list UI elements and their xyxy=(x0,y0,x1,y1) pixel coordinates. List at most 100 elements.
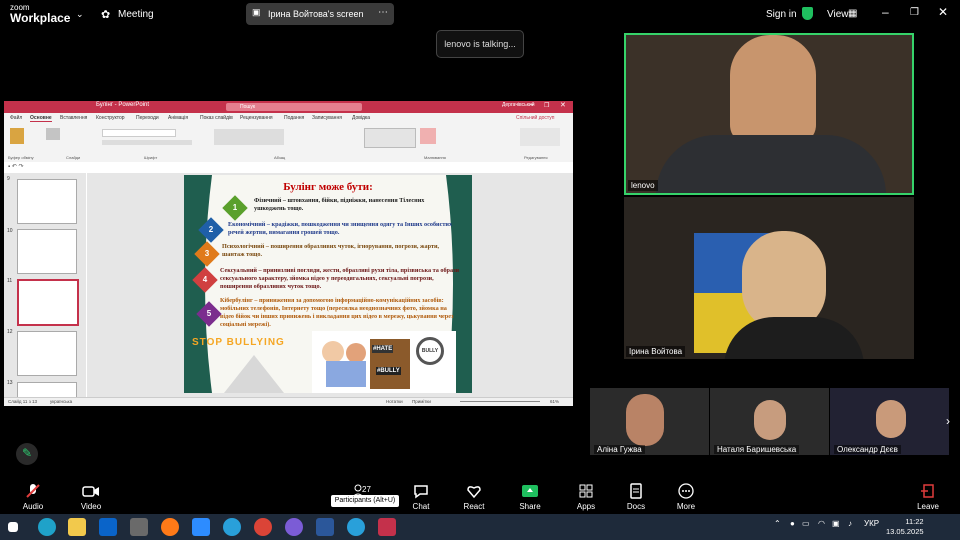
quick-access-toolbar: ▪ ↶ ↷ xyxy=(4,162,573,172)
more-icon xyxy=(678,483,694,499)
chevron-up-icon[interactable]: ⌃ xyxy=(774,519,781,528)
slide-item: Сексуальний – принизливі погляди, жести,… xyxy=(220,267,460,290)
docs-icon xyxy=(630,483,642,499)
docs-label: Docs xyxy=(626,502,646,511)
slide-thumbnail[interactable] xyxy=(17,331,77,376)
video-name-tag: Наталя Баришевська xyxy=(714,445,800,454)
more-button[interactable]: More xyxy=(656,483,716,511)
slide-thumbnail[interactable] xyxy=(17,179,77,224)
close-icon[interactable]: ✕ xyxy=(938,5,948,19)
start-icon[interactable] xyxy=(8,522,18,532)
paragraph-controls[interactable] xyxy=(214,129,284,145)
sign-in-button[interactable]: Sign in xyxy=(766,9,797,20)
video-tile[interactable]: Наталя Баришевська xyxy=(710,388,829,455)
tab-help[interactable]: Довідка xyxy=(352,115,370,121)
slide-item: Кібербулінг – приниження за допомогою ін… xyxy=(220,297,454,328)
restore-icon[interactable]: ❐ xyxy=(544,102,549,109)
zoom-logo: zoom Workplace xyxy=(10,4,71,25)
zoom-level[interactable]: 61% xyxy=(550,399,559,404)
close-icon[interactable]: ✕ xyxy=(560,101,566,109)
firefox-icon[interactable] xyxy=(161,518,179,536)
windows-taskbar: ⌃ ● ▭ ◠ ▣ ♪ УКР 11:22 13.05.2025 xyxy=(0,514,960,540)
comments-button[interactable]: Примітки xyxy=(412,399,431,404)
leave-button[interactable]: Leave xyxy=(898,483,958,511)
language-indicator: українська xyxy=(50,399,73,404)
zoom-icon[interactable] xyxy=(192,518,210,536)
leave-icon xyxy=(921,484,934,498)
apps-icon xyxy=(579,484,593,498)
tab-review[interactable]: Рецензування xyxy=(240,115,273,121)
view-button[interactable]: View xyxy=(827,9,849,20)
telegram-icon[interactable] xyxy=(347,518,365,536)
grid-icon[interactable]: ▦ xyxy=(848,8,857,19)
slide-thumbnail-selected[interactable] xyxy=(17,279,79,326)
save-icon[interactable]: ▪ ↶ ↷ xyxy=(8,163,24,170)
zoom-slider[interactable] xyxy=(460,401,540,402)
apps-label: Apps xyxy=(576,502,596,511)
video-lenovo[interactable]: lenovo xyxy=(624,33,914,195)
chat-icon xyxy=(414,485,428,499)
outlook-icon[interactable] xyxy=(99,518,117,536)
video-tile[interactable]: Олександр Дєєв xyxy=(830,388,949,455)
annotate-button[interactable]: ✎ xyxy=(16,443,38,465)
paste-icon[interactable] xyxy=(10,128,24,144)
powerpoint-icon[interactable] xyxy=(378,518,396,536)
share-access-button[interactable]: Спільний доступ xyxy=(516,115,554,121)
logo-bottom: Workplace xyxy=(10,11,71,25)
audio-button[interactable]: Audio xyxy=(3,483,63,511)
tab-animation[interactable]: Анімація xyxy=(168,115,188,121)
video-name-tag: lenovo xyxy=(628,180,658,191)
shapes-gallery[interactable] xyxy=(364,128,416,148)
more-label: More xyxy=(676,502,696,511)
tab-transitions[interactable]: Переходи xyxy=(136,115,159,121)
status-bar: Слайд 11 з 13 українська Нотатки Примітк… xyxy=(4,397,573,406)
video-button[interactable]: Video xyxy=(61,483,121,511)
minimize-icon[interactable]: – xyxy=(882,5,889,19)
video-tile[interactable]: Аліна Гужва xyxy=(590,388,709,455)
ribbon: Буфер обміну Слайди Шрифт Абзац Малюванн… xyxy=(4,124,573,163)
minimize-icon[interactable]: – xyxy=(530,101,534,108)
telegram-icon[interactable] xyxy=(223,518,241,536)
meeting-button[interactable]: Meeting xyxy=(118,9,154,20)
tab-insert[interactable]: Вставлення xyxy=(60,115,87,121)
video-iryna[interactable]: Ірина Войтова xyxy=(624,197,914,359)
arrange-icon[interactable] xyxy=(420,128,436,144)
search-input[interactable]: Пошук xyxy=(226,103,362,111)
font-format-controls[interactable] xyxy=(102,140,192,145)
tab-design[interactable]: Конструктор xyxy=(96,115,125,121)
magnifier-icon: BULLY xyxy=(416,337,444,365)
notes-button[interactable]: Нотатки xyxy=(386,399,403,404)
language-indicator[interactable]: УКР xyxy=(864,519,879,528)
word-icon[interactable] xyxy=(316,518,334,536)
screen-share-pill[interactable]: ▣ Ірина Войтова's screen ⋯ xyxy=(246,3,394,25)
file-explorer-icon[interactable] xyxy=(68,518,86,536)
item-number: 1 xyxy=(232,203,238,212)
tab-home[interactable]: Основне xyxy=(30,115,52,122)
edge-icon[interactable] xyxy=(38,518,56,536)
share-button[interactable]: Share xyxy=(500,483,560,511)
clothes-shape xyxy=(326,361,366,387)
chat-button[interactable]: Chat xyxy=(391,483,451,511)
talking-indicator: lenovo is talking... xyxy=(436,30,524,58)
viber-icon[interactable] xyxy=(285,518,303,536)
new-slide-icon[interactable] xyxy=(46,128,60,140)
tab-view[interactable]: Подання xyxy=(284,115,304,121)
chevron-down-icon[interactable]: ⌄ xyxy=(76,9,84,20)
thumb-number: 12 xyxy=(7,329,13,335)
clock[interactable]: 11:22 13.05.2025 xyxy=(886,517,924,537)
tab-recording[interactable]: Записування xyxy=(312,115,342,121)
tab-slideshow[interactable]: Показ слайдів xyxy=(200,115,233,121)
tab-file[interactable]: Файл xyxy=(10,115,22,121)
current-slide[interactable]: Булінг може бути: 1 Фізичний – штовхання… xyxy=(184,175,472,393)
slide-thumbnail[interactable] xyxy=(17,229,77,274)
restore-icon[interactable]: ❐ xyxy=(910,7,919,18)
chevron-right-icon[interactable]: › xyxy=(946,414,950,428)
chrome-icon[interactable] xyxy=(254,518,272,536)
editing-controls[interactable] xyxy=(520,128,560,146)
react-button[interactable]: React xyxy=(444,483,504,511)
slide-thumbnail[interactable] xyxy=(17,382,77,398)
store-icon[interactable] xyxy=(130,518,148,536)
slide-counter: Слайд 11 з 13 xyxy=(8,399,38,404)
more-options-icon[interactable]: ⋯ xyxy=(378,7,388,18)
font-family-select[interactable] xyxy=(102,129,176,137)
